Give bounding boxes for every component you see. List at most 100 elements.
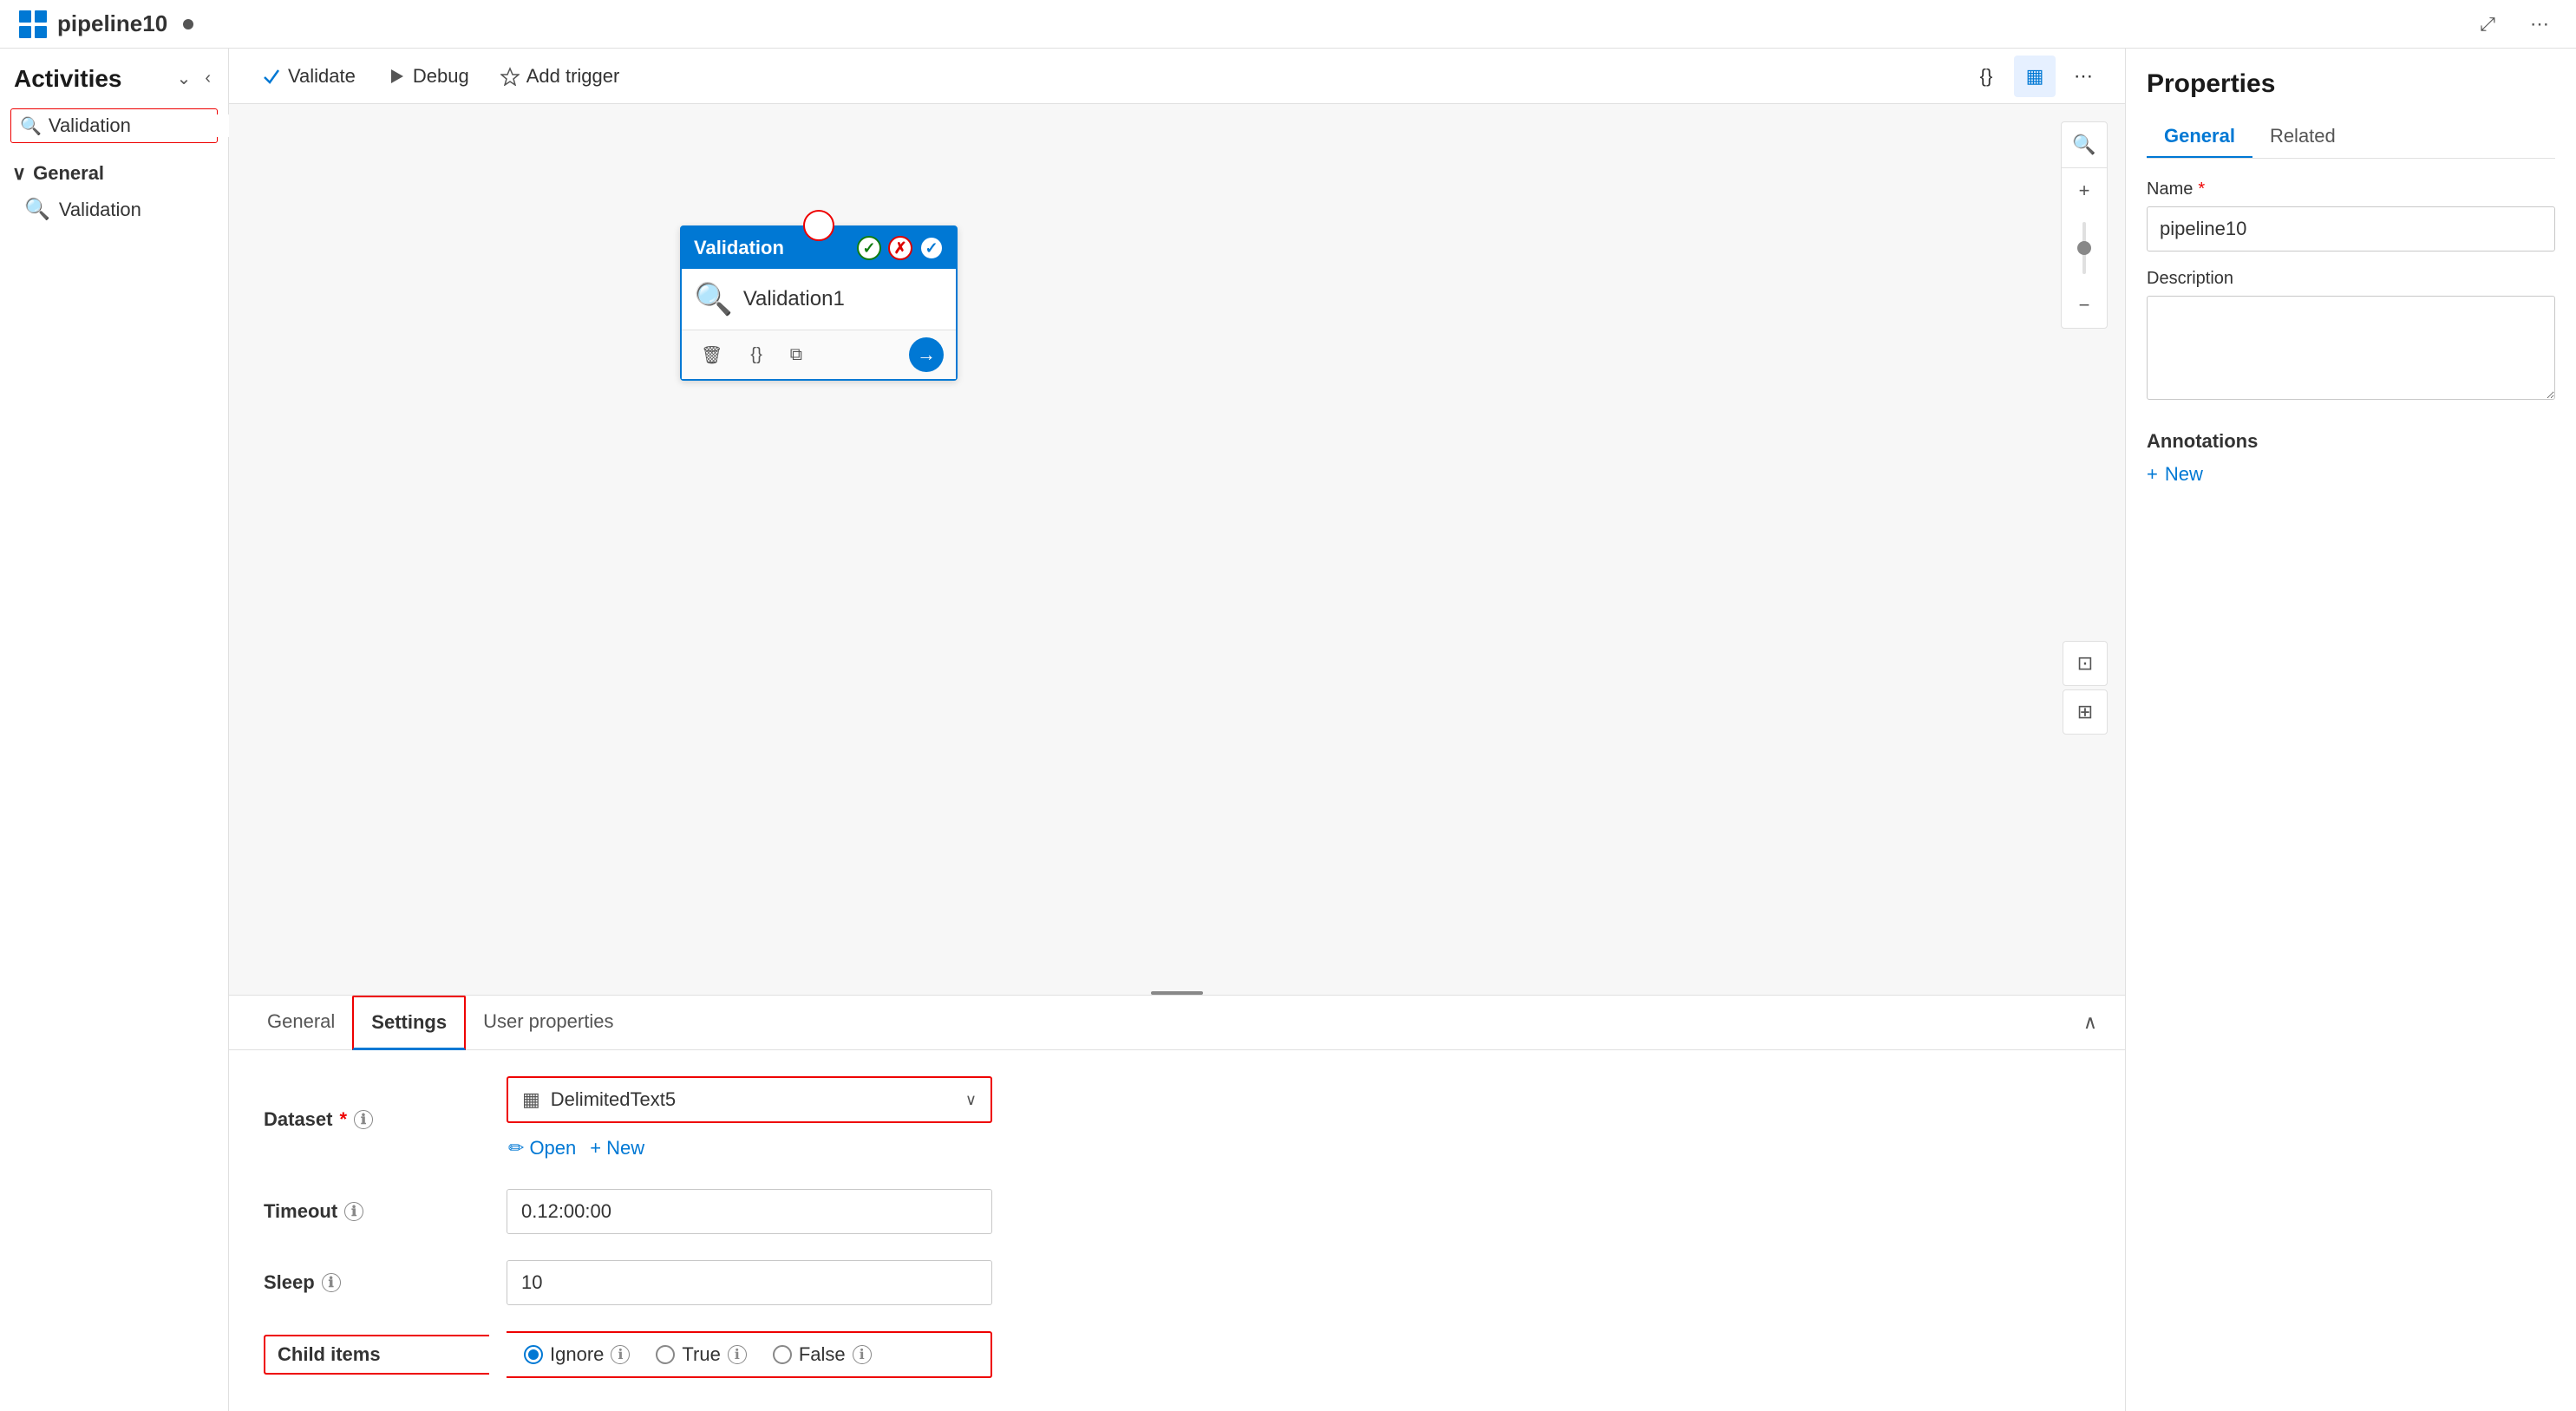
sidebar-search-box[interactable]: 🔍 <box>10 108 218 143</box>
dataset-label-text: Dataset <box>264 1108 332 1131</box>
radio-ignore-info[interactable]: ℹ <box>611 1345 630 1364</box>
sidebar-title: Activities <box>14 65 122 93</box>
radio-false-label: False <box>799 1343 846 1366</box>
timeout-row: Timeout ℹ <box>264 1189 2090 1234</box>
validate-button[interactable]: Validate <box>250 58 368 95</box>
activity-node-validation[interactable]: Validation ✓ ✗ ✓ 🔍 Validation1 🗑 {} <box>680 225 958 381</box>
node-delete-button[interactable]: 🗑 <box>694 341 729 369</box>
timeout-control[interactable] <box>507 1189 992 1234</box>
tab-general[interactable]: General <box>250 996 352 1049</box>
activity-node-footer: 🗑 {} ⧉ → <box>682 330 956 379</box>
properties-panel: Properties General Related Name * Descri… <box>2125 49 2576 1411</box>
dataset-open-button[interactable]: ✏ Open <box>508 1133 576 1163</box>
dataset-select[interactable]: ▦ DelimitedText5 ∨ <box>507 1076 992 1123</box>
sleep-control[interactable] <box>507 1260 992 1305</box>
radio-ignore-label: Ignore <box>550 1343 604 1366</box>
radio-ignore[interactable]: Ignore ℹ <box>524 1343 630 1366</box>
settings-content: Dataset * ℹ ▦ DelimitedText5 ∨ ✏ <box>229 1050 2125 1411</box>
canvas-zoom-in-button[interactable]: + <box>2062 168 2107 213</box>
zoom-thumb[interactable] <box>2077 241 2091 255</box>
tab-user-properties-label: User properties <box>483 1010 613 1032</box>
sidebar-collapse-btn[interactable]: ⌄ <box>173 64 195 93</box>
debug-icon <box>387 67 406 86</box>
radio-ignore-circle[interactable] <box>524 1345 543 1364</box>
radio-false[interactable]: False ℹ <box>773 1343 872 1366</box>
radio-false-circle[interactable] <box>773 1345 792 1364</box>
tab-user-properties[interactable]: User properties <box>466 996 631 1049</box>
debug-button[interactable]: Debug <box>375 58 481 95</box>
badge-error: ✗ <box>888 236 912 260</box>
trigger-icon <box>500 67 520 86</box>
item-action-2[interactable]: ⋮ <box>181 199 204 220</box>
child-items-label: Child items <box>264 1335 489 1375</box>
node-code-button[interactable]: {} <box>743 342 768 369</box>
new-label: New <box>606 1137 644 1160</box>
add-trigger-button[interactable]: Add trigger <box>488 58 632 95</box>
canvas-zoom-slider[interactable] <box>2062 213 2107 283</box>
radio-true[interactable]: True ℹ <box>656 1343 746 1366</box>
unsaved-indicator <box>183 19 193 29</box>
timeout-info-icon[interactable]: ℹ <box>344 1202 363 1221</box>
canvas-extra-buttons: ⊡ ⊞ <box>2063 641 2108 735</box>
code-view-button[interactable]: {} <box>1965 56 2007 97</box>
sidebar-collapse-left-btn[interactable]: ‹ <box>201 64 214 93</box>
logo-icon <box>17 9 49 40</box>
name-label-text: Name <box>2147 180 2193 199</box>
canvas-zoom-out-button[interactable]: − <box>2062 283 2107 328</box>
properties-name-field: Name * <box>2147 180 2555 251</box>
tab-settings[interactable]: Settings <box>352 996 466 1050</box>
toolbar-more-button[interactable]: ⋯ <box>2063 56 2104 97</box>
validation-icon: 🔍 <box>24 197 50 222</box>
main-layout: Activities ⌄ ‹ 🔍 ∨ General 🔍 Validation … <box>0 49 2576 1411</box>
zoom-track[interactable] <box>2082 222 2086 274</box>
bottom-panel-tabs: General Settings User properties ∧ <box>229 996 2125 1050</box>
sidebar: Activities ⌄ ‹ 🔍 ∨ General 🔍 Validation … <box>0 49 229 1411</box>
canvas-fit-button[interactable]: ⊡ <box>2063 641 2108 686</box>
sidebar-item-validation[interactable]: 🔍 Validation ≡ ⋮ <box>12 188 216 231</box>
child-items-label-text: Child items <box>278 1343 381 1366</box>
item-action-1[interactable]: ≡ <box>161 199 178 220</box>
maximize-button[interactable]: ⤢ <box>2468 5 2507 43</box>
pipeline-name: pipeline10 <box>57 10 167 37</box>
timeout-input[interactable] <box>507 1189 992 1234</box>
topbar-more-button[interactable]: ⋯ <box>2520 5 2559 43</box>
child-items-row: Child items Ignore ℹ True ℹ <box>264 1331 2090 1378</box>
properties-tab-general[interactable]: General <box>2147 116 2252 158</box>
activity-node-card[interactable]: Validation ✓ ✗ ✓ 🔍 Validation1 🗑 {} <box>680 225 958 381</box>
sleep-info-icon[interactable]: ℹ <box>322 1273 341 1292</box>
panel-view-button[interactable]: ▦ <box>2014 56 2056 97</box>
dataset-new-button[interactable]: + New <box>590 1133 644 1163</box>
dataset-control: ▦ DelimitedText5 ∨ ✏ Open + New <box>507 1076 992 1163</box>
dataset-info-icon[interactable]: ℹ <box>354 1110 373 1129</box>
annotations-new-button[interactable]: + New <box>2147 463 2203 486</box>
sleep-input[interactable] <box>507 1260 992 1305</box>
radio-true-circle[interactable] <box>656 1345 675 1364</box>
bottom-panel: General Settings User properties ∧ Datas… <box>229 995 2125 1411</box>
node-connector-circle <box>803 210 834 241</box>
properties-tab-general-label: General <box>2164 125 2235 147</box>
sleep-label: Sleep ℹ <box>264 1271 489 1294</box>
sidebar-header: Activities ⌄ ‹ <box>0 49 228 101</box>
activity-icon: 🔍 <box>694 281 733 317</box>
properties-name-input[interactable] <box>2147 206 2555 251</box>
section-label: General <box>33 162 104 185</box>
canvas-area: Validate Debug Add trigger {} ▦ ⋯ <box>229 49 2125 1411</box>
properties-description-label: Description <box>2147 269 2555 289</box>
dataset-actions: ✏ Open + New <box>508 1133 992 1163</box>
top-bar-right: ⤢ ⋯ <box>2468 5 2559 43</box>
canvas-grid-button[interactable]: ⊞ <box>2063 689 2108 735</box>
node-copy-button[interactable]: ⧉ <box>783 342 809 369</box>
activity-node-title: Validation <box>694 237 784 259</box>
canvas-search-button[interactable]: 🔍 <box>2062 122 2107 167</box>
properties-tab-related-label: Related <box>2270 125 2336 147</box>
properties-tab-related[interactable]: Related <box>2252 116 2353 158</box>
panel-collapse-button[interactable]: ∧ <box>2076 1004 2104 1041</box>
node-navigate-button[interactable]: → <box>909 337 944 372</box>
debug-label: Debug <box>413 65 469 88</box>
sidebar-section-header[interactable]: ∨ General <box>12 159 216 188</box>
badge-check: ✓ <box>919 236 944 260</box>
canvas-content[interactable]: Validation ✓ ✗ ✓ 🔍 Validation1 🗑 {} <box>229 104 2125 995</box>
radio-true-info[interactable]: ℹ <box>728 1345 747 1364</box>
properties-description-textarea[interactable] <box>2147 296 2555 400</box>
radio-false-info[interactable]: ℹ <box>853 1345 872 1364</box>
